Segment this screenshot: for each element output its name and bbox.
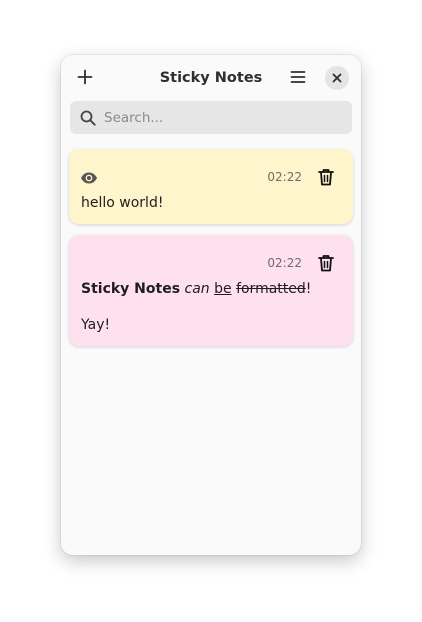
note-card[interactable]: 02:22 hello world! <box>69 149 353 224</box>
search-bar[interactable] <box>70 101 352 134</box>
note-timestamp: 02:22 <box>267 170 302 184</box>
main-menu-button[interactable] <box>284 63 312 91</box>
trash-icon <box>318 255 334 272</box>
plus-icon <box>77 69 93 85</box>
bold-text: Sticky Notes <box>81 281 181 297</box>
add-note-button[interactable] <box>71 63 99 91</box>
note-timestamp: 02:22 <box>267 256 302 270</box>
punctuation: ! <box>305 281 312 297</box>
window-title: Sticky Notes <box>159 70 263 86</box>
header-bar: Sticky Notes <box>61 55 361 101</box>
delete-note-button[interactable] <box>318 254 334 272</box>
close-window-button[interactable] <box>325 66 349 90</box>
close-icon <box>332 73 342 83</box>
sticky-notes-window: Sticky Notes Search... 02:22 hello world… <box>61 55 361 555</box>
eye-icon[interactable] <box>80 171 98 185</box>
note-body[interactable]: hello world! <box>81 195 163 211</box>
note-body-line[interactable]: Sticky Notes can be formatted! <box>81 281 311 297</box>
italic-text: can <box>184 281 210 297</box>
search-input[interactable] <box>102 108 346 127</box>
trash-icon <box>318 169 334 186</box>
strikethrough-text: formatted <box>236 281 306 297</box>
search-icon <box>80 110 96 126</box>
note-body-line[interactable]: Yay! <box>81 317 110 333</box>
note-card[interactable]: 02:22 Sticky Notes can be formatted! Yay… <box>69 235 353 346</box>
hamburger-menu-icon <box>290 71 306 83</box>
delete-note-button[interactable] <box>318 168 334 186</box>
underlined-text: be <box>214 281 232 297</box>
